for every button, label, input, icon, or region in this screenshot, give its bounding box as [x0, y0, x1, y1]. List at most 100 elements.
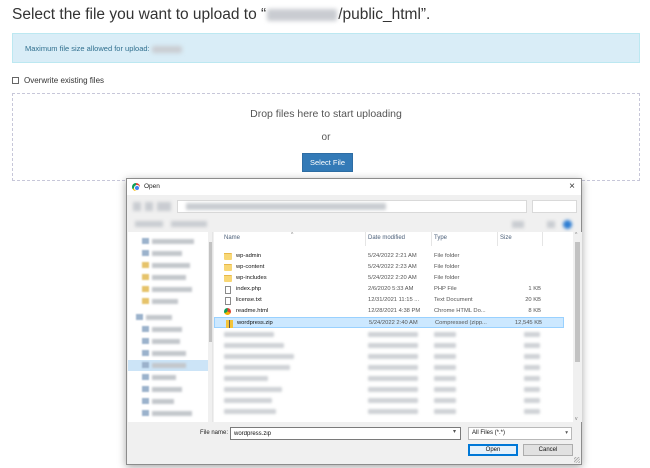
- column-separator[interactable]: [365, 232, 366, 246]
- file-row[interactable]: wp-includes 5/24/2022 2:20 AM File folde…: [214, 273, 564, 284]
- nav-item[interactable]: [128, 260, 212, 271]
- chevron-down-icon[interactable]: v: [575, 416, 578, 422]
- file-type-filter-value: All Files (*.*): [472, 430, 506, 436]
- search-field[interactable]: [532, 200, 577, 213]
- nav-item[interactable]: [128, 384, 212, 395]
- chrome-logo-icon: [132, 183, 140, 191]
- file-type: Compressed (zipp...: [435, 320, 487, 326]
- nav-item[interactable]: [128, 396, 212, 407]
- folder-icon: [224, 275, 232, 282]
- file-name: wp-includes: [236, 275, 267, 281]
- redacted-path: [186, 203, 386, 210]
- sort-ascending-icon: ^: [291, 232, 294, 238]
- select-file-button[interactable]: Select File: [302, 153, 353, 172]
- new-folder-button[interactable]: [171, 221, 207, 227]
- file-date: 12/28/2021 4:38 PM: [368, 308, 421, 314]
- file-row[interactable]: wp-content 5/24/2022 2:23 AM File folder: [214, 262, 564, 273]
- cancel-button[interactable]: Cancel: [523, 444, 573, 456]
- file-type-filter-select[interactable]: All Files (*.*) ▾: [468, 427, 572, 440]
- file-name-input[interactable]: [230, 427, 461, 440]
- file-size: 12,545 KB: [514, 320, 542, 326]
- overwrite-checkbox[interactable]: [12, 77, 19, 84]
- organize-menu[interactable]: [135, 221, 163, 227]
- nav-item[interactable]: [128, 408, 212, 419]
- nav-item[interactable]: [128, 248, 212, 259]
- column-header-date[interactable]: Date modified: [368, 235, 405, 241]
- redacted-file-row[interactable]: [214, 351, 564, 362]
- view-options-icon[interactable]: [512, 221, 524, 228]
- chevron-down-icon: ▾: [565, 430, 568, 436]
- nav-item[interactable]: [128, 296, 212, 307]
- column-header-size[interactable]: Size: [500, 235, 512, 241]
- resize-grip-icon[interactable]: [574, 457, 580, 463]
- nav-item[interactable]: [128, 236, 212, 247]
- redacted-domain: [267, 8, 338, 21]
- chevron-up-icon[interactable]: ^: [575, 232, 577, 238]
- file-list-scrollbar[interactable]: ^ v: [573, 232, 582, 422]
- file-row[interactable]: readme.html 12/28/2021 4:38 PM Chrome HT…: [214, 306, 564, 317]
- navigation-pane: [128, 232, 213, 422]
- redacted-file-row[interactable]: [214, 373, 564, 384]
- overwrite-checkbox-row[interactable]: Overwrite existing files: [12, 76, 104, 85]
- drop-zone[interactable]: Drop files here to start uploading or Se…: [12, 93, 640, 181]
- drop-zone-or: or: [321, 132, 331, 143]
- redacted-file-row[interactable]: [214, 406, 564, 417]
- file-date: 5/24/2022 2:23 AM: [368, 264, 417, 270]
- nav-item[interactable]: [128, 372, 212, 383]
- redacted-file-row[interactable]: [214, 329, 564, 340]
- open-button[interactable]: Open: [468, 444, 518, 456]
- up-icon[interactable]: [157, 202, 171, 211]
- file-date: 5/24/2022 2:40 AM: [369, 320, 418, 326]
- file-name: wordpress.zip: [237, 320, 273, 326]
- open-file-dialog: Open × ^ Name Date modified Type Size wp…: [126, 178, 582, 465]
- document-icon: [225, 285, 231, 294]
- file-name: license.txt: [236, 297, 262, 303]
- nav-item[interactable]: [128, 336, 212, 347]
- column-separator[interactable]: [542, 232, 543, 246]
- nav-item[interactable]: [128, 272, 212, 283]
- redacted-file-row[interactable]: [214, 340, 564, 351]
- file-row[interactable]: index.php 2/6/2020 5:33 AM PHP File 1 KB: [214, 284, 564, 295]
- folder-icon: [224, 253, 232, 260]
- nav-item[interactable]: [128, 348, 212, 359]
- back-icon[interactable]: [133, 202, 141, 211]
- overwrite-label: Overwrite existing files: [24, 76, 105, 85]
- file-date: 5/24/2022 2:21 AM: [368, 253, 417, 259]
- column-header-type[interactable]: Type: [434, 235, 447, 241]
- address-field[interactable]: [177, 200, 527, 213]
- dialog-title: Open: [144, 183, 160, 190]
- file-type: File folder: [434, 264, 460, 270]
- file-size: 1 KB: [528, 286, 541, 292]
- file-list-scrollbar-thumb[interactable]: [575, 242, 580, 362]
- page-title-prefix: Select the file you want to upload to “: [12, 6, 267, 23]
- nav-item[interactable]: [128, 324, 212, 335]
- nav-scrollbar-thumb[interactable]: [208, 242, 212, 342]
- chevron-down-icon[interactable]: ▾: [453, 428, 456, 435]
- redacted-size: [151, 45, 182, 53]
- nav-scrollbar[interactable]: [208, 232, 212, 422]
- redacted-file-row[interactable]: [214, 384, 564, 395]
- file-name: readme.html: [236, 308, 269, 314]
- preview-pane-icon[interactable]: [547, 221, 555, 228]
- file-date: 5/24/2022 2:20 AM: [368, 275, 417, 281]
- column-separator[interactable]: [497, 232, 498, 246]
- file-row[interactable]: license.txt 12/31/2021 11:15 ... Text Do…: [214, 295, 564, 306]
- dialog-titlebar[interactable]: Open ×: [127, 179, 581, 195]
- forward-icon[interactable]: [145, 202, 153, 211]
- file-type: Text Document: [434, 297, 473, 303]
- redacted-file-row[interactable]: [214, 395, 564, 406]
- file-row-selected[interactable]: wordpress.zip 5/24/2022 2:40 AM Compress…: [214, 317, 564, 328]
- nav-item[interactable]: [128, 284, 212, 295]
- close-icon[interactable]: ×: [569, 181, 575, 192]
- file-name: wp-content: [236, 264, 265, 270]
- file-size: 20 KB: [525, 297, 541, 303]
- nav-item[interactable]: [128, 312, 212, 323]
- nav-item-selected[interactable]: [128, 360, 212, 371]
- file-list-pane: ^ Name Date modified Type Size wp-admin …: [214, 232, 582, 422]
- file-name: index.php: [236, 286, 262, 292]
- file-row[interactable]: wp-admin 5/24/2022 2:21 AM File folder: [214, 251, 564, 262]
- column-header-name[interactable]: Name: [224, 235, 240, 241]
- column-separator[interactable]: [431, 232, 432, 246]
- help-icon[interactable]: [563, 220, 572, 229]
- redacted-file-row[interactable]: [214, 362, 564, 373]
